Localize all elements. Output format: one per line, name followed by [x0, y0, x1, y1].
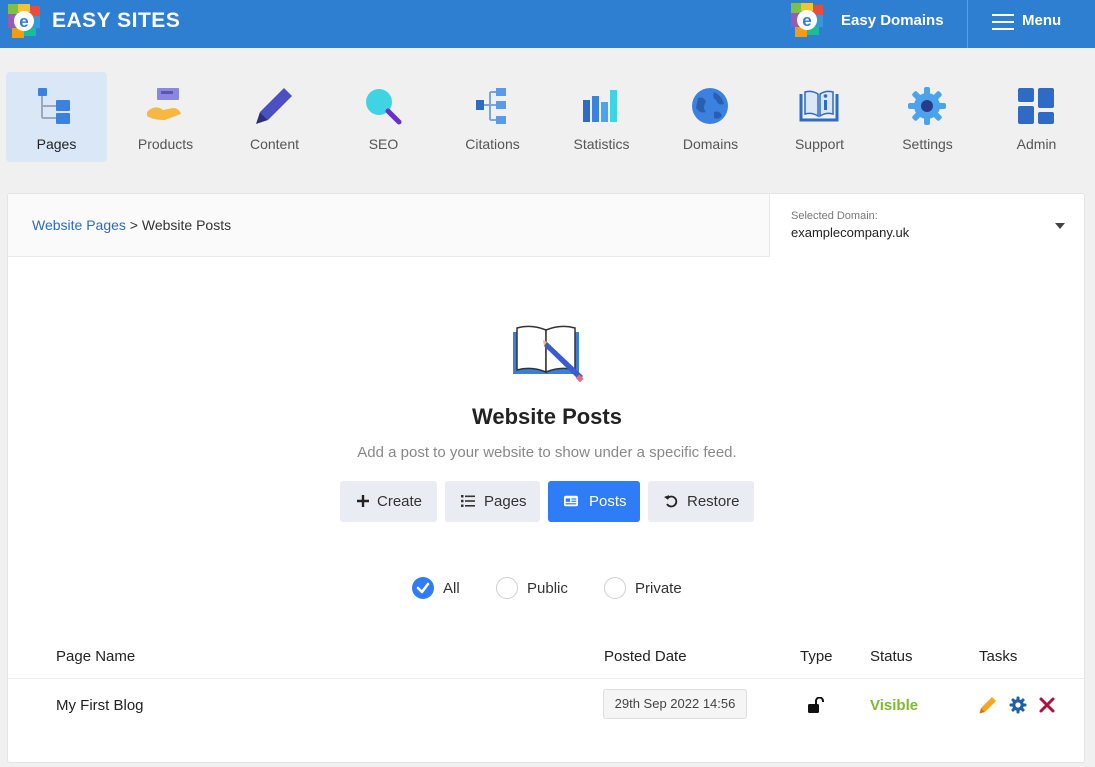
radio-unchecked	[496, 577, 518, 599]
nav-item-content[interactable]: Content	[224, 72, 325, 162]
svg-text:e: e	[19, 12, 28, 31]
easy-domains-link[interactable]: Easy Domains	[841, 12, 944, 29]
nav-label: Citations	[465, 136, 520, 152]
support-icon	[799, 90, 839, 122]
breadcrumb-link-website-pages[interactable]: Website Pages	[32, 217, 126, 233]
menu-label: Menu	[1022, 12, 1062, 29]
nav-label: Settings	[902, 136, 953, 152]
row-page-name[interactable]: My First Blog	[56, 697, 144, 714]
breadcrumb-bar: Website Pages > Website Posts	[8, 194, 770, 257]
posts-button-label: Posts	[589, 493, 627, 510]
hamburger-icon	[992, 14, 1014, 30]
settings-icon	[908, 87, 946, 125]
nav-label: Pages	[36, 136, 77, 152]
nav-item-support[interactable]: Support	[769, 72, 870, 162]
top-divider	[967, 0, 968, 48]
breadcrumb-current: Website Posts	[141, 217, 232, 233]
page-subtitle: Add a post to your website to show under…	[357, 444, 737, 461]
nav-label: Domains	[682, 136, 739, 152]
column-header-page-name: Page Name	[56, 648, 136, 665]
nav-label: Admin	[1016, 136, 1057, 152]
filter-private-label: Private	[635, 580, 682, 597]
content-icon	[256, 88, 292, 124]
nav-item-domains[interactable]: Domains	[660, 72, 761, 162]
nav-label: Support	[794, 136, 845, 152]
list-icon	[461, 495, 475, 507]
top-bar: e EASY SITES e Easy Domains Menu	[0, 0, 1095, 48]
create-button-label: Create	[377, 493, 423, 510]
breadcrumb: Website Pages > Website Posts	[32, 217, 231, 233]
nav-item-products[interactable]: Products	[115, 72, 216, 162]
column-header-type: Type	[800, 648, 833, 665]
breadcrumb-separator: >	[129, 217, 138, 233]
statistics-icon	[583, 90, 617, 122]
column-header-posted-date: Posted Date	[604, 648, 687, 665]
nav-item-citations[interactable]: Citations	[442, 72, 543, 162]
nav-item-seo[interactable]: SEO	[333, 72, 434, 162]
citations-icon	[476, 88, 506, 124]
nav-item-statistics[interactable]: Statistics	[551, 72, 652, 162]
restore-button-label: Restore	[687, 493, 740, 510]
unlocked-icon	[808, 697, 824, 713]
easy-domains-logo[interactable]: e	[791, 3, 823, 37]
create-button[interactable]: Create	[340, 481, 437, 522]
row-posted-date: 29th Sep 2022 14:56	[603, 689, 747, 719]
menu-button[interactable]: Menu	[984, 8, 1084, 36]
filter-public-label: Public	[527, 580, 568, 597]
restore-button[interactable]: Restore	[648, 481, 754, 522]
brand-name[interactable]: EASY SITES	[52, 9, 180, 33]
nav-label: Content	[249, 136, 300, 152]
easy-sites-logo[interactable]: e	[8, 4, 40, 38]
domain-selector[interactable]: Selected Domain: examplecompany.uk	[771, 194, 1085, 257]
pages-button-label: Pages	[484, 493, 527, 510]
check-icon	[416, 582, 430, 594]
domain-selector-value: examplecompany.uk	[791, 225, 910, 240]
caret-down-icon	[1055, 223, 1065, 229]
nav-label: Products	[137, 136, 194, 152]
delete-x-icon[interactable]	[1038, 696, 1056, 714]
column-header-tasks: Tasks	[979, 648, 1018, 665]
nav-label: Statistics	[573, 136, 630, 152]
pages-button[interactable]: Pages	[445, 481, 540, 522]
radio-checked	[412, 577, 434, 599]
nav-label: SEO	[368, 136, 399, 152]
newspaper-icon	[564, 495, 578, 507]
table-header-divider	[8, 678, 1084, 679]
settings-gear-icon[interactable]	[1009, 696, 1027, 714]
pages-icon	[38, 88, 70, 124]
filter-all-label: All	[443, 580, 460, 597]
seo-icon	[366, 89, 402, 125]
page-title: Website Posts	[472, 404, 622, 429]
nav-item-admin[interactable]: Admin	[986, 72, 1087, 162]
svg-text:e: e	[802, 11, 811, 30]
admin-icon	[1018, 88, 1054, 124]
book-pencil-icon	[513, 325, 584, 383]
radio-unchecked	[604, 577, 626, 599]
domain-selector-label: Selected Domain:	[791, 210, 878, 222]
edit-pencil-icon[interactable]	[979, 696, 997, 714]
products-icon	[147, 88, 181, 120]
nav-item-pages[interactable]: Pages	[6, 72, 107, 162]
undo-icon	[664, 495, 678, 508]
nav-item-settings[interactable]: Settings	[877, 72, 978, 162]
main-card: Website Pages > Website Posts Selected D…	[7, 193, 1085, 763]
domains-icon	[692, 88, 728, 124]
column-header-status: Status	[870, 648, 913, 665]
row-status: Visible	[870, 697, 919, 714]
posts-button[interactable]: Posts	[548, 481, 640, 522]
plus-icon	[357, 495, 369, 507]
